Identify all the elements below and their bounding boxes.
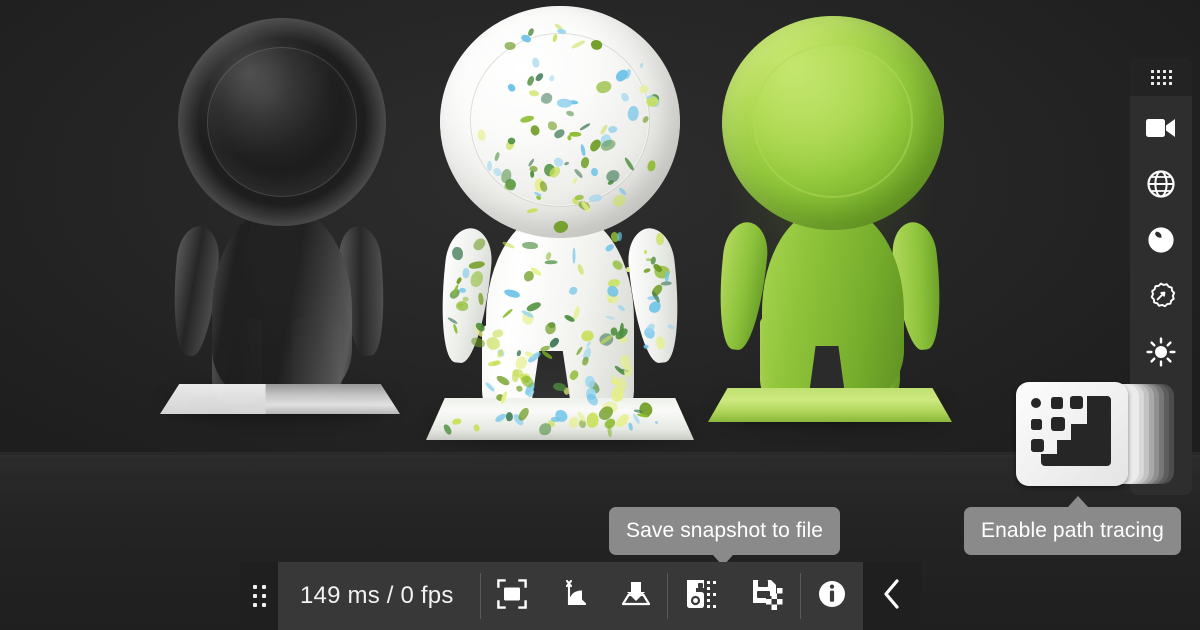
tooltip-arrow-icon — [1068, 496, 1088, 507]
camera-button[interactable] — [1130, 100, 1192, 156]
tooltip-text: Save snapshot to file — [626, 519, 824, 542]
drag-handle-icon — [252, 585, 266, 607]
tooltip-text: Enable path tracing — [981, 519, 1164, 542]
material-sphere-icon — [1147, 226, 1175, 254]
ground-plane-button[interactable] — [605, 562, 667, 630]
chevron-left-icon — [882, 578, 902, 615]
bottom-toolbar-drag-handle[interactable] — [240, 562, 278, 630]
environment-button[interactable] — [1130, 156, 1192, 212]
ground-drop-icon — [620, 580, 652, 613]
copy-snapshot-button[interactable] — [668, 562, 734, 630]
tooltip-save-snapshot: Save snapshot to file — [609, 507, 841, 566]
fit-to-view-button[interactable] — [481, 562, 543, 630]
save-snapshot-icon — [751, 578, 783, 615]
figure-head — [722, 16, 944, 230]
collapse-toolbar-button[interactable] — [862, 562, 921, 630]
speckled-white-figure[interactable] — [420, 6, 700, 451]
render-settings-button[interactable] — [1130, 268, 1192, 324]
globe-icon — [1147, 170, 1175, 198]
figure-base — [708, 388, 952, 422]
clear-glass-figure[interactable] — [150, 18, 410, 438]
material-button[interactable] — [1130, 212, 1192, 268]
axis-angle-icon — [560, 579, 588, 614]
figure-head — [178, 18, 386, 226]
lighting-button[interactable] — [1130, 324, 1192, 380]
flower-gear-icon — [1146, 281, 1176, 311]
right-toolbar-drag-handle[interactable] — [1130, 58, 1192, 96]
performance-stats: 149 ms / 0 fps — [300, 582, 454, 609]
sun-icon — [1146, 337, 1176, 367]
tooltip-enable-path-tracing: Enable path tracing — [964, 496, 1181, 555]
camera-copy-icon — [685, 578, 717, 615]
fit-frame-icon — [496, 578, 527, 614]
info-button[interactable] — [801, 562, 863, 630]
app-window: Enable path tracing Save snapshot to fil… — [0, 0, 1200, 630]
drag-handle-icon — [1150, 69, 1172, 85]
info-icon — [818, 580, 846, 613]
green-translucent-figure[interactable] — [670, 0, 990, 456]
path-tracing-stack-icon — [1016, 378, 1174, 490]
video-camera-icon — [1146, 117, 1176, 139]
save-snapshot-button[interactable] — [734, 562, 800, 630]
figure-base — [160, 384, 400, 414]
enable-path-tracing-button[interactable] — [1016, 378, 1174, 490]
bottom-toolbar: 149 ms / 0 fps — [240, 562, 921, 630]
axis-gizmo-button[interactable] — [543, 562, 605, 630]
figure-body — [212, 208, 352, 398]
bottom-toolbar-panel: 149 ms / 0 fps — [278, 562, 863, 630]
